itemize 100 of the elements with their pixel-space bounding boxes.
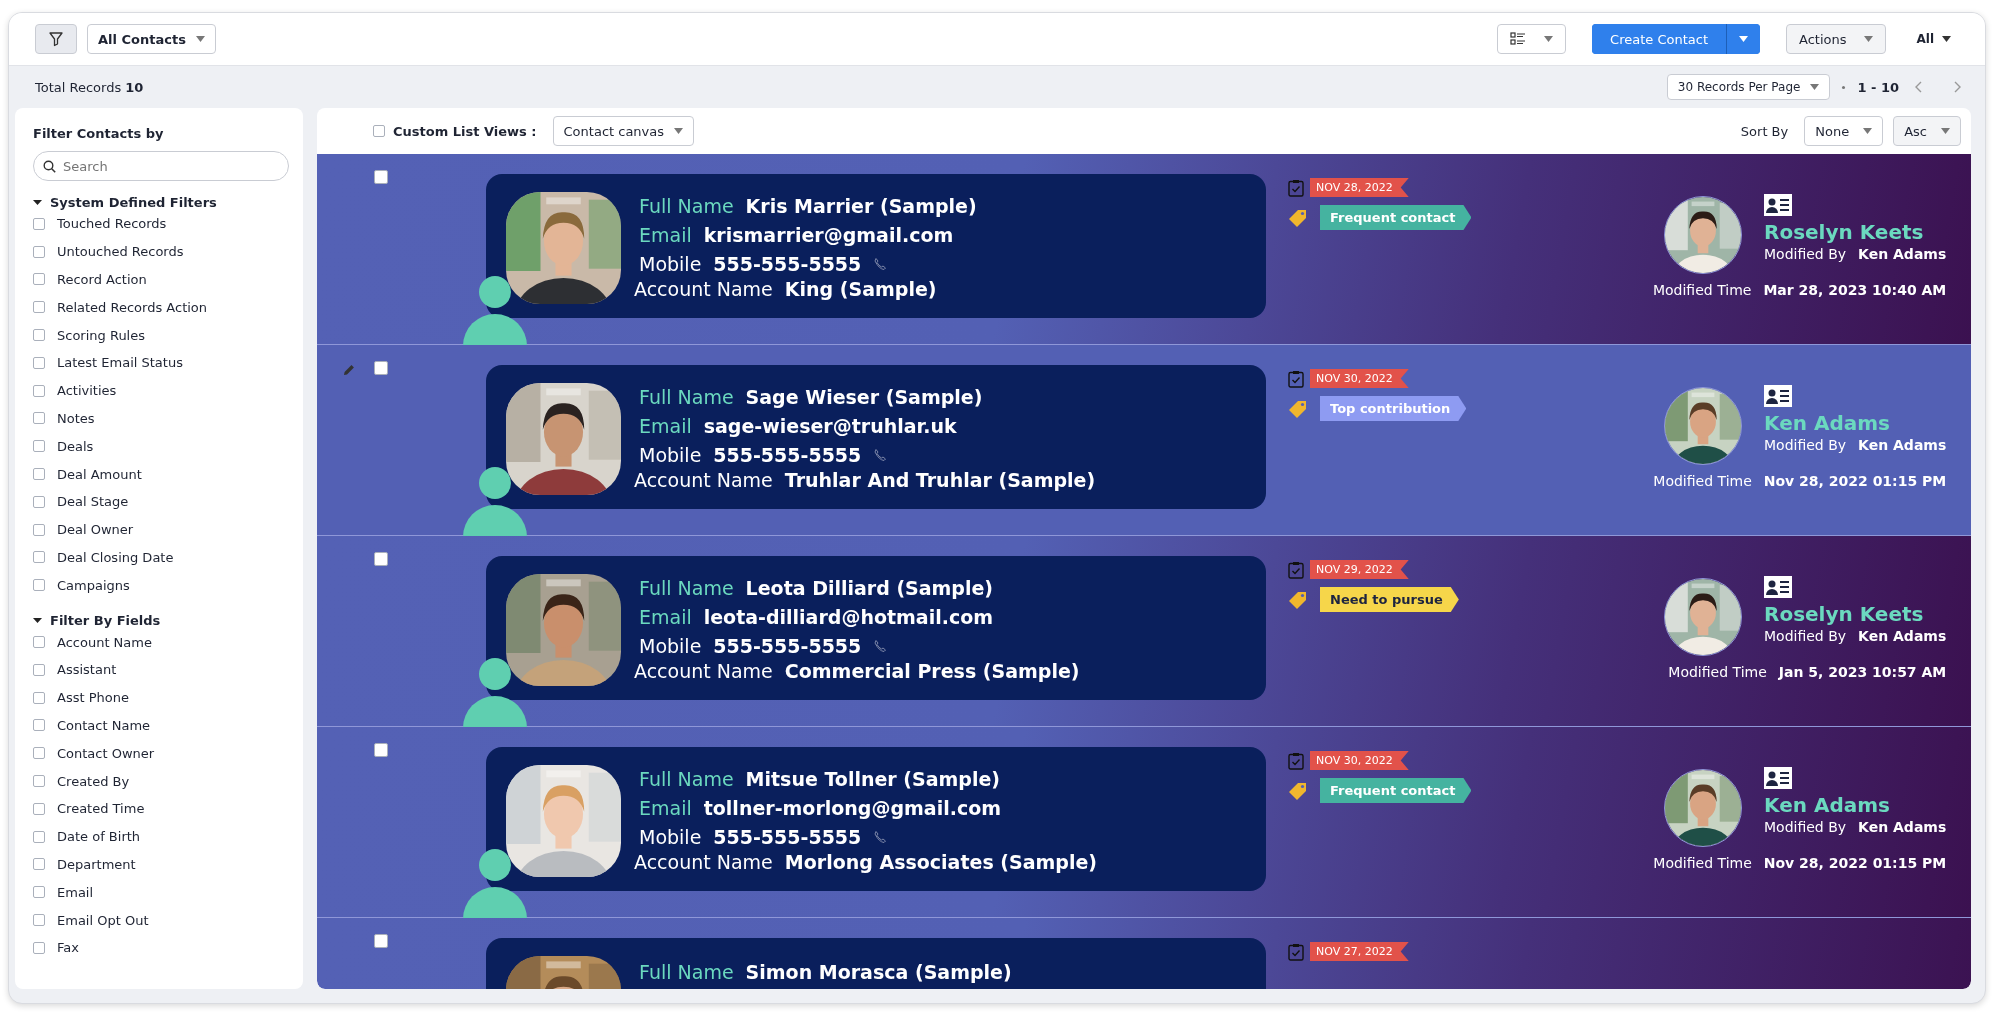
view-dropdown[interactable]: All Contacts: [87, 24, 216, 54]
filter-label[interactable]: Date of Birth: [57, 829, 141, 845]
checkbox[interactable]: [374, 743, 388, 757]
checkbox[interactable]: [33, 217, 45, 230]
field-label: Account Name: [634, 851, 773, 873]
filter-label[interactable]: Assistant: [57, 662, 117, 678]
filter-label[interactable]: Contact Name: [57, 717, 151, 733]
sidebar-title: Filter Contacts by: [33, 126, 165, 141]
filter-label[interactable]: Deal Owner: [57, 522, 134, 538]
filter-label[interactable]: Asst Phone: [57, 690, 129, 706]
filter-label[interactable]: Deal Stage: [57, 494, 129, 510]
checkbox[interactable]: [33, 636, 45, 649]
checkbox[interactable]: [374, 934, 388, 948]
checkbox[interactable]: [374, 552, 388, 566]
contact-row[interactable]: [317, 345, 1971, 536]
contact-row[interactable]: [317, 727, 1971, 918]
filter-label[interactable]: Created Time: [57, 801, 145, 817]
field-label: Modified By: [1764, 246, 1847, 262]
sort-order-dropdown[interactable]: Asc: [1893, 116, 1961, 146]
chevron-right-icon: [1953, 81, 1961, 93]
sort-by-label: Sort By: [1740, 123, 1789, 139]
checkbox[interactable]: [33, 719, 45, 732]
modified-by: Ken Adams: [1858, 246, 1947, 262]
checkbox[interactable]: [373, 125, 385, 137]
checkbox[interactable]: [33, 495, 45, 508]
create-contact-button[interactable]: Create Contact: [1592, 24, 1726, 54]
search-field[interactable]: Search: [33, 151, 289, 181]
filter-label[interactable]: Related Records Action: [57, 299, 208, 315]
filter-group-header[interactable]: System Defined Filters: [33, 195, 217, 210]
filter-button[interactable]: [35, 24, 77, 54]
filter-label[interactable]: Latest Email Status: [57, 355, 183, 371]
filter-label[interactable]: Department: [57, 856, 136, 872]
checkbox[interactable]: [33, 356, 45, 369]
filter-group-header[interactable]: Filter By Fields: [33, 613, 161, 629]
phone-icon[interactable]: [873, 256, 888, 271]
checkbox[interactable]: [33, 412, 45, 425]
checkbox[interactable]: [33, 914, 45, 926]
checkbox[interactable]: [374, 170, 388, 184]
filter-label[interactable]: Deal Closing Date: [57, 549, 174, 565]
field-label: Account Name: [634, 469, 773, 491]
checkbox[interactable]: [33, 301, 45, 314]
modified-time: Nov 28, 2022 01:15 PM: [1763, 855, 1947, 871]
account-name: Morlong Associates (Sample): [784, 851, 1097, 873]
phone-icon[interactable]: [873, 447, 888, 462]
list-view-dropdown[interactable]: Contact canvas: [552, 116, 695, 146]
filter-label[interactable]: Fax: [57, 940, 79, 956]
checkbox[interactable]: [33, 551, 45, 564]
checkbox[interactable]: [33, 775, 45, 788]
filter-label[interactable]: Deals: [57, 438, 94, 454]
checkbox[interactable]: [33, 273, 45, 286]
sort-field-dropdown[interactable]: None: [1804, 116, 1884, 146]
clipboard-check-icon: [1288, 942, 1304, 961]
checkbox[interactable]: [33, 468, 45, 481]
filter-label[interactable]: Notes: [57, 410, 95, 426]
total-records: Total Records 10: [35, 79, 144, 95]
field-label: Email: [639, 797, 692, 819]
filter-label[interactable]: Account Name: [57, 634, 152, 650]
owner-name[interactable]: Roselyn Keets: [1764, 220, 1947, 244]
avatar-icon: [463, 467, 527, 537]
actions-dropdown[interactable]: Actions: [1786, 24, 1887, 54]
checkbox[interactable]: [33, 440, 45, 453]
filter-label[interactable]: Scoring Rules: [57, 327, 145, 343]
layout-dropdown[interactable]: [1497, 24, 1567, 54]
checkbox[interactable]: [33, 245, 45, 258]
filter-label[interactable]: Email Opt Out: [57, 912, 149, 928]
owner-name[interactable]: Ken Adams: [1764, 793, 1947, 817]
checkbox[interactable]: [33, 691, 45, 704]
owner-name[interactable]: Roselyn Keets: [1764, 602, 1947, 626]
checkbox[interactable]: [374, 361, 388, 375]
checkbox[interactable]: [33, 329, 45, 342]
filter-label[interactable]: Contact Owner: [57, 745, 155, 761]
checkbox[interactable]: [33, 523, 45, 536]
create-options-button[interactable]: [1726, 24, 1760, 54]
phone-icon[interactable]: [873, 638, 888, 653]
checkbox[interactable]: [33, 384, 45, 397]
checkbox[interactable]: [33, 886, 45, 899]
filter-label[interactable]: Campaigns: [57, 577, 130, 593]
checkbox[interactable]: [33, 941, 45, 954]
checkbox[interactable]: [33, 802, 45, 815]
contact-row[interactable]: [317, 536, 1971, 727]
filter-label[interactable]: Record Action: [57, 272, 147, 287]
filter-label[interactable]: Email: [57, 884, 94, 900]
all-dropdown[interactable]: All: [1908, 32, 1959, 46]
checkbox[interactable]: [33, 830, 45, 843]
checkbox[interactable]: [33, 747, 45, 760]
checkbox[interactable]: [33, 579, 45, 592]
pencil-icon[interactable]: [342, 363, 356, 377]
filter-label[interactable]: Untouched Records: [57, 244, 184, 260]
contact-row[interactable]: Full Name Simon Morasca (Sample) NOV 27, 2022: [317, 918, 1971, 989]
contact-row[interactable]: [317, 154, 1971, 345]
phone-icon[interactable]: [873, 829, 888, 844]
modified-by: Ken Adams: [1858, 437, 1947, 453]
filter-label[interactable]: Deal Amount: [57, 466, 142, 482]
filter-label[interactable]: Created By: [57, 773, 130, 789]
checkbox[interactable]: [33, 663, 45, 676]
filter-label[interactable]: Activities: [57, 383, 117, 399]
checkbox[interactable]: [33, 858, 45, 871]
field-label: Modified Time: [1652, 282, 1752, 298]
filter-label[interactable]: Touched Records: [57, 216, 167, 232]
records-per-page-dropdown[interactable]: 30 Records Per Page: [1666, 74, 1831, 100]
